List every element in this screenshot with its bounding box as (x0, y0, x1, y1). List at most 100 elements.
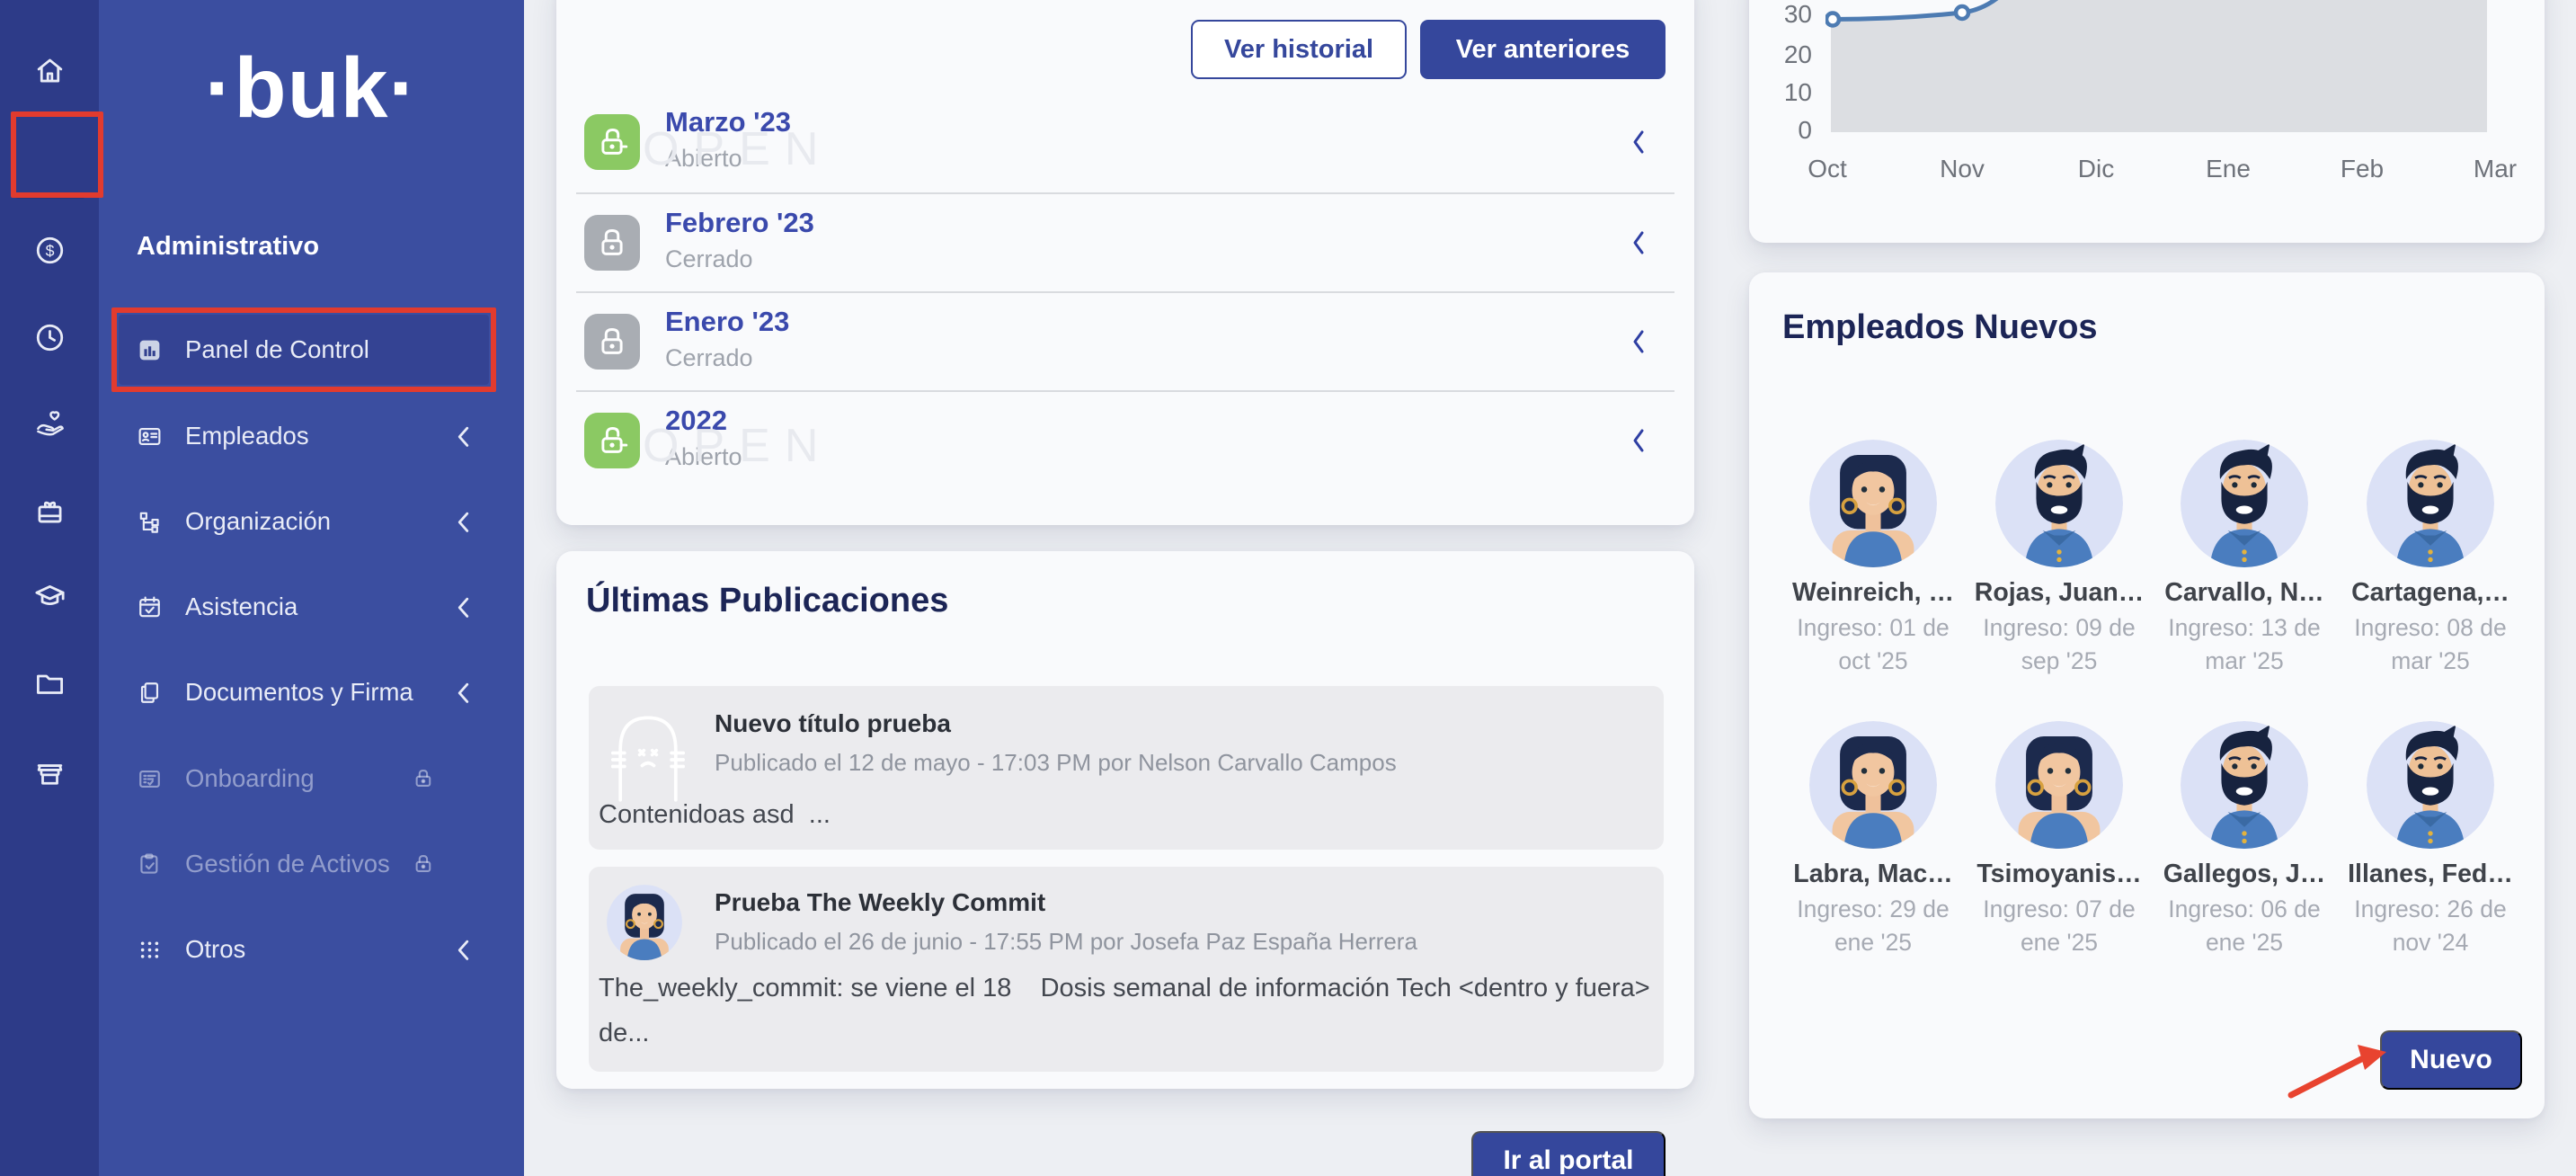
chart-card: 30 20 10 0 Oct Nov Dic Ene Feb Mar (1749, 0, 2545, 243)
sidebar-section-label: Administrativo (137, 232, 319, 262)
employee-card[interactable]: Weinreich, … Ingreso: 01 de oct '25 (1781, 440, 1966, 678)
dollar-circle-icon[interactable]: $ (0, 218, 99, 282)
sidebar-item-label: Panel de Control (185, 335, 369, 364)
employee-hire-date: Ingreso: 07 de ene '25 (1983, 893, 2135, 959)
employee-card[interactable]: Gallegos, J… Ingreso: 06 de ene '25 (2152, 721, 2337, 959)
x-axis-tick: Oct (1787, 155, 1868, 183)
publication-post[interactable]: Prueba The Weekly Commit Publicado el 26… (589, 867, 1664, 1072)
employee-card[interactable]: Cartagena,… Ingreso: 08 de mar '25 (2338, 440, 2523, 678)
sidebar-item-otros[interactable]: Otros (137, 930, 493, 969)
nuevo-button[interactable]: Nuevo (2380, 1030, 2522, 1090)
lock-closed-icon (584, 215, 640, 271)
y-axis-tick: 10 (1756, 78, 1812, 107)
open-watermark: OPEN (643, 419, 832, 473)
x-axis-tick: Nov (1922, 155, 2003, 183)
sidebar-item-documentos-y-firma[interactable]: Documentos y Firma (137, 673, 493, 712)
employee-avatar (2181, 721, 2308, 849)
author-avatar (607, 885, 682, 960)
hand-heart-icon[interactable] (0, 392, 99, 457)
employee-hire-date: Ingreso: 13 de mar '25 (2168, 611, 2320, 678)
employee-avatar (1995, 721, 2123, 849)
ver-historial-button[interactable]: Ver historial (1191, 20, 1407, 79)
sidebar-item-label: Documentos y Firma (185, 678, 413, 707)
storefront-icon[interactable] (0, 741, 99, 806)
chevron-left-icon (1631, 329, 1646, 354)
home-icon[interactable] (0, 38, 99, 102)
employee-avatar (1809, 721, 1937, 849)
sidebar-item-panel-de-control[interactable]: Panel de Control (137, 330, 493, 370)
employee-hire-date: Ingreso: 01 de oct '25 (1797, 611, 1949, 678)
rail-scrollbar-thumb[interactable] (91, 121, 99, 195)
employee-card[interactable]: Rojas, Juan… Ingreso: 09 de sep '25 (1967, 440, 2152, 678)
chevron-collapse-icon (457, 682, 470, 703)
employee-card[interactable]: Carvallo, N… Ingreso: 13 de mar '25 (2152, 440, 2337, 678)
post-title: Nuevo título prueba (715, 709, 951, 738)
employee-card[interactable]: Tsimoyanis… Ingreso: 07 de ene '25 (1967, 721, 2152, 959)
sidebar-item-organizacion[interactable]: Organización (137, 502, 493, 541)
chevron-left-icon (1631, 428, 1646, 453)
graduation-cap-icon[interactable] (0, 564, 99, 628)
chevron-collapse-icon (457, 939, 470, 960)
documents-icon (137, 680, 163, 706)
post-meta: Publicado el 12 de mayo - 17:03 PM por N… (715, 749, 1397, 777)
post-content: Contenidoas asd ... (599, 792, 1656, 837)
new-employees-line-chart (1825, 0, 2487, 132)
period-row-febrero-23[interactable]: Febrero '23 Cerrado (556, 194, 1694, 291)
sidebar-item-label: Empleados (185, 422, 309, 450)
buk-dashboard: $ (0, 0, 2576, 1176)
employee-name: Rojas, Juan… (1975, 578, 2144, 608)
open-watermark: OPEN (643, 122, 832, 176)
employee-hire-date: Ingreso: 09 de sep '25 (1983, 611, 2135, 678)
employee-name: Gallegos, J… (2163, 860, 2326, 889)
period-status: Cerrado (665, 245, 753, 273)
employee-hire-date: Ingreso: 26 de nov '24 (2354, 893, 2506, 959)
employee-avatar (1995, 440, 2123, 567)
gift-icon[interactable] (0, 478, 99, 543)
y-axis-tick: 0 (1756, 116, 1812, 145)
sidebar-item-label: Onboarding (185, 764, 315, 793)
chevron-left-icon (1631, 230, 1646, 255)
chevron-collapse-icon (457, 511, 470, 532)
org-chart-icon (137, 509, 163, 535)
period-title: Febrero '23 (665, 207, 814, 239)
employee-card[interactable]: Illanes, Fed… Ingreso: 26 de nov '24 (2338, 721, 2523, 959)
clock-icon[interactable] (0, 305, 99, 370)
icon-rail: $ (0, 0, 99, 1176)
new-employees-card: Empleados Nuevos Weinreich, … Ingreso: 0… (1749, 272, 2545, 1118)
folder-icon[interactable] (0, 651, 99, 716)
clipboard-list-icon (137, 766, 163, 792)
sidebar-item-empleados[interactable]: Empleados (137, 416, 493, 456)
employee-avatar (1809, 440, 1937, 567)
post-meta: Publicado el 26 de junio - 17:55 PM por … (715, 928, 1417, 956)
sidebar-item-gestion-de-activos[interactable]: Gestión de Activos (137, 844, 493, 884)
buk-logo: ·buk· (99, 40, 524, 138)
clipboard-check-icon (137, 851, 163, 878)
sidebar-item-label: Otros (185, 935, 245, 964)
publication-post[interactable]: Nuevo título prueba Publicado el 12 de m… (589, 686, 1664, 850)
periods-card: Ver historial Ver anteriores OPEN OPEN M… (556, 0, 1694, 525)
sidebar-item-onboarding[interactable]: Onboarding (137, 759, 493, 798)
sidebar-item-label: Gestión de Activos (185, 850, 390, 878)
ver-anteriores-button[interactable]: Ver anteriores (1420, 20, 1666, 79)
publications-title: Últimas Publicaciones (586, 582, 948, 620)
clipboard-clock-icon[interactable] (0, 128, 99, 192)
ir-al-portal-button[interactable]: Ir al portal (1471, 1131, 1666, 1176)
lock-closed-icon (584, 314, 640, 370)
lock-icon (412, 851, 436, 876)
y-axis-tick: 30 (1756, 0, 1812, 29)
unlock-open-icon (584, 413, 640, 468)
employee-name: Cartagena,… (2351, 578, 2509, 608)
employee-card[interactable]: Labra, Mac… Ingreso: 29 de ene '25 (1781, 721, 1966, 959)
x-axis-tick: Mar (2455, 155, 2536, 183)
period-row-enero-23[interactable]: Enero '23 Cerrado (556, 293, 1694, 390)
employee-name: Carvallo, N… (2164, 578, 2323, 608)
employee-avatar (2367, 721, 2494, 849)
y-axis-tick: 20 (1756, 40, 1812, 69)
sidebar-item-asistencia[interactable]: Asistencia (137, 587, 493, 627)
svg-text:$: $ (45, 241, 54, 259)
employee-name: Labra, Mac… (1793, 860, 1952, 889)
post-title: Prueba The Weekly Commit (715, 888, 1045, 917)
x-axis-tick: Feb (2322, 155, 2403, 183)
chevron-left-icon (1631, 129, 1646, 155)
sidebar-item-label: Asistencia (185, 592, 298, 621)
